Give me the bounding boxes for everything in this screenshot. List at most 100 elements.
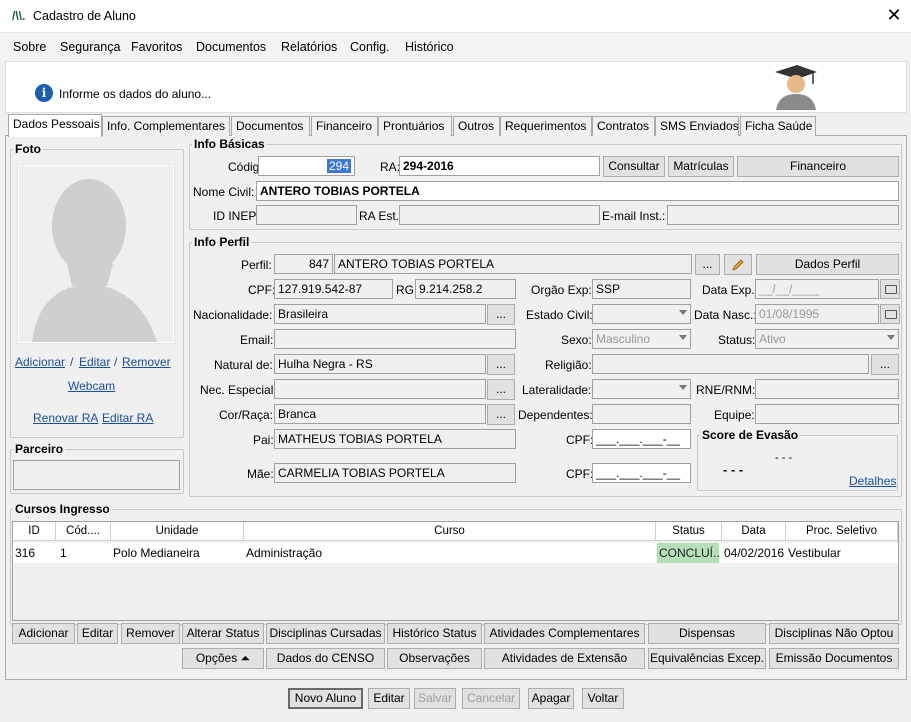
consultar-button[interactable]: Consultar — [603, 156, 665, 177]
editar-curso-button[interactable]: Editar — [77, 623, 118, 644]
natural-field[interactable]: Hulha Negra - RS — [274, 354, 486, 374]
pencil-icon[interactable] — [724, 254, 752, 275]
tab-info-complementares[interactable]: Info. Complementares — [102, 116, 230, 136]
cancelar-button[interactable]: Cancelar — [462, 688, 520, 709]
column-header[interactable]: Curso — [244, 522, 656, 541]
observacoes-button[interactable]: Observações — [387, 648, 482, 669]
atividades-complementares-button[interactable]: Atividades Complementares — [484, 623, 645, 644]
menu-favoritos[interactable]: Favoritos — [131, 40, 182, 54]
data-nasc-field[interactable]: 01/08/1995 — [755, 304, 879, 324]
cor-raca-lookup-button[interactable]: ... — [487, 404, 515, 425]
renovar-ra-link[interactable]: Renovar RA — [33, 411, 98, 425]
tab-contratos[interactable]: Contratos — [592, 116, 655, 136]
menu-historico[interactable]: Histórico — [405, 40, 454, 54]
column-header[interactable]: Status — [656, 522, 722, 541]
salvar-button[interactable]: Salvar — [414, 688, 456, 709]
foto-adicionar-link[interactable]: Adicionar — [15, 355, 65, 369]
nec-especial-field[interactable] — [274, 379, 486, 399]
novo-aluno-button[interactable]: Novo Aluno — [288, 688, 363, 709]
disciplinas-nao-optou-button[interactable]: Disciplinas Não Optou — [769, 623, 899, 644]
atividades-extensao-button[interactable]: Atividades de Extensão — [484, 648, 645, 669]
ra-field[interactable]: 294-2016 — [399, 156, 600, 176]
tab-ficha-saude[interactable]: Ficha Saúde — [740, 116, 816, 136]
foto-remover-link[interactable]: Remover — [122, 355, 171, 369]
lateralidade-select[interactable] — [592, 379, 691, 399]
data-exp-field[interactable]: __/__/____ — [755, 279, 879, 299]
tab-prontuarios[interactable]: Prontuários — [378, 116, 452, 136]
cpf-mae-field[interactable]: ___.___.___-__ — [592, 463, 691, 483]
sexo-select[interactable]: Masculino — [592, 329, 691, 349]
nec-especial-lookup-button[interactable]: ... — [487, 379, 515, 400]
menu-relatorios[interactable]: Relatórios — [281, 40, 337, 54]
tab-documentos[interactable]: Documentos — [231, 116, 310, 136]
religiao-field[interactable] — [592, 354, 869, 374]
column-header[interactable]: Proc. Seletivo — [786, 522, 898, 541]
codigo-field[interactable]: 294 — [258, 156, 355, 176]
remover-curso-button[interactable]: Remover — [121, 623, 180, 644]
emissao-documentos-button[interactable]: Emissão Documentos — [769, 648, 899, 669]
voltar-button[interactable]: Voltar — [582, 688, 624, 709]
tab-dados-pessoais[interactable]: Dados Pessoais — [8, 114, 102, 137]
financeiro-button[interactable]: Financeiro — [737, 156, 899, 177]
perfil-lookup-button[interactable]: ... — [695, 254, 720, 275]
email-field[interactable] — [274, 329, 516, 349]
mae-field[interactable]: CARMELIA TOBIAS PORTELA — [274, 463, 516, 483]
close-icon[interactable]: ✕ — [883, 5, 905, 27]
estado-civil-select[interactable] — [592, 304, 691, 324]
alterar-status-button[interactable]: Alterar Status — [182, 623, 264, 644]
editar-button[interactable]: Editar — [368, 688, 410, 709]
info-message: Informe os dados do aluno... — [59, 87, 212, 101]
tab-requerimentos[interactable]: Requerimentos — [500, 116, 592, 136]
pai-field[interactable]: MATHEUS TOBIAS PORTELA — [274, 429, 516, 449]
nacionalidade-field[interactable]: Brasileira — [274, 304, 486, 324]
cpf-pai-label: CPF: — [566, 433, 594, 447]
disciplinas-cursadas-button[interactable]: Disciplinas Cursadas — [266, 623, 385, 644]
calendar-icon[interactable] — [880, 279, 900, 299]
menu-sobre[interactable]: Sobre — [13, 40, 46, 54]
separator: / — [70, 355, 74, 369]
rne-field[interactable] — [755, 379, 899, 399]
email-inst-label: E-mail Inst.: — [602, 209, 666, 223]
menu-seguranca[interactable]: Segurança — [60, 40, 120, 54]
editar-ra-link[interactable]: Editar RA — [102, 411, 153, 425]
equipe-field[interactable] — [755, 404, 899, 424]
apagar-button[interactable]: Apagar — [528, 688, 574, 709]
opcoes-button[interactable]: Opções ⏶ — [182, 648, 264, 669]
dispensas-button[interactable]: Dispensas — [648, 623, 766, 644]
webcam-link[interactable]: Webcam — [68, 379, 115, 393]
parceiro-field[interactable] — [13, 460, 180, 490]
menu-config[interactable]: Config. — [350, 40, 390, 54]
email-inst-field[interactable] — [667, 205, 899, 225]
cpf-pai-field[interactable]: ___.___.___-__ — [592, 429, 691, 449]
dados-perfil-button[interactable]: Dados Perfil — [756, 254, 899, 275]
adicionar-curso-button[interactable]: Adicionar — [12, 623, 75, 644]
rg-field[interactable]: 9.214.258.2 — [415, 279, 516, 299]
cor-raca-field[interactable]: Branca — [274, 404, 486, 424]
id-inep-field[interactable] — [256, 205, 357, 225]
column-header[interactable]: ID — [13, 522, 56, 541]
column-header[interactable]: Cód.... — [56, 522, 111, 541]
nacionalidade-lookup-button[interactable]: ... — [487, 304, 515, 325]
nome-civil-field[interactable]: ANTERO TOBIAS PORTELA — [256, 181, 899, 201]
tab-outros[interactable]: Outros — [453, 116, 500, 136]
column-header[interactable]: Data — [722, 522, 786, 541]
dados-censo-button[interactable]: Dados do CENSO — [266, 648, 385, 669]
cpf-field[interactable]: 127.919.542-87 — [274, 279, 393, 299]
religiao-lookup-button[interactable]: ... — [871, 354, 899, 375]
tab-sms-enviados[interactable]: SMS Enviados — [655, 116, 739, 136]
foto-editar-link[interactable]: Editar — [79, 355, 110, 369]
column-header[interactable]: Unidade — [111, 522, 244, 541]
equivalencias-button[interactable]: Equivalências Excep. — [648, 648, 766, 669]
status-select[interactable]: Ativo — [755, 329, 899, 349]
dependentes-field[interactable] — [592, 404, 691, 424]
ra-est-field[interactable] — [399, 205, 600, 225]
menu-documentos[interactable]: Documentos — [196, 40, 266, 54]
calendar-icon[interactable] — [880, 304, 900, 324]
orgao-field[interactable]: SSP — [592, 279, 691, 299]
historico-status-button[interactable]: Histórico Status — [387, 623, 482, 644]
matriculas-button[interactable]: Matrículas — [668, 156, 734, 177]
status-label: Status: — [718, 333, 756, 347]
tab-financeiro[interactable]: Financeiro — [311, 116, 378, 136]
detalhes-link[interactable]: Detalhes — [849, 474, 896, 488]
natural-lookup-button[interactable]: ... — [487, 354, 515, 375]
